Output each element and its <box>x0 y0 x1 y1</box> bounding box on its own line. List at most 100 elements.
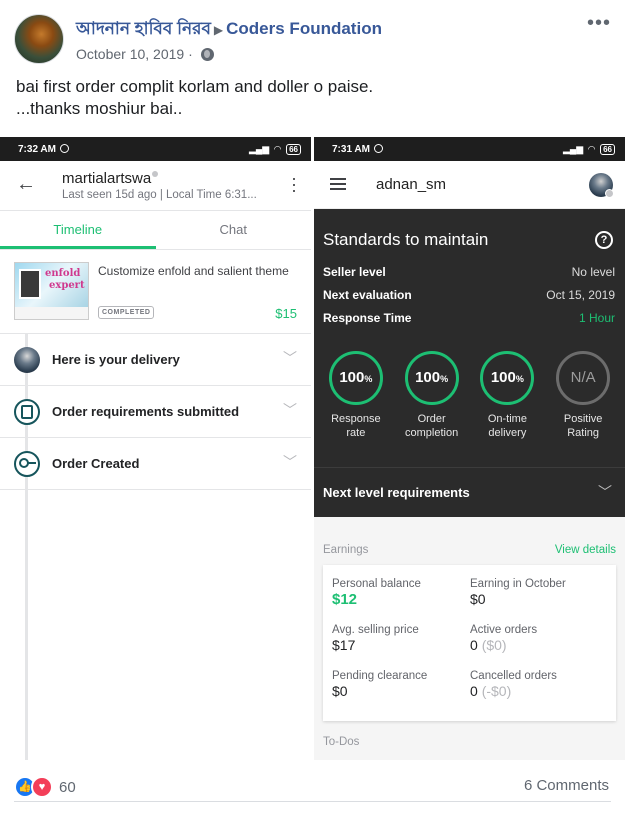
help-icon[interactable]: ? <box>595 231 613 249</box>
next-level-label: Next level requirements <box>323 485 470 500</box>
cell-value: $17 <box>332 637 356 653</box>
amount: ($0) <box>481 637 507 653</box>
todos-label: To-Dos <box>323 736 360 748</box>
metric-unit: % <box>440 374 449 384</box>
battery-icon: 66 <box>286 143 301 155</box>
timeline-label: Order Created <box>52 456 140 471</box>
metric-ring: 100% <box>404 351 459 405</box>
key-stem <box>28 462 36 464</box>
reaction-count: 60 <box>59 778 76 796</box>
status-bar: 7:31 AM ▂▄▆ ◠ 66 <box>314 137 625 161</box>
cell-label: Personal balance <box>332 578 421 590</box>
post-text-line: bai first order complit korlam and dolle… <box>16 77 374 96</box>
caption-line: Response <box>331 413 381 425</box>
profile-avatar[interactable] <box>589 173 614 198</box>
caption-line: On-time <box>487 413 527 425</box>
metric-value: 100 <box>415 369 441 386</box>
clipboard-glyph <box>21 405 33 419</box>
cancelled-orders: Cancelled orders 0 (-$0) <box>470 670 600 699</box>
heart-icon: ♥ <box>31 776 53 798</box>
screenshot-left[interactable]: 7:32 AM ▂▄▆ ◠ 66 ← martialartswa Last se… <box>0 137 311 760</box>
stat-key: Seller level <box>323 265 386 279</box>
metric-response-rate: 100% Response rate <box>321 351 391 440</box>
chevron-down-icon[interactable]: ﹀ <box>598 482 612 502</box>
next-level-row[interactable]: Next level requirements ﹀ <box>314 467 625 517</box>
metric-unit: % <box>364 374 373 384</box>
timeline: enfold expert Customize enfold and salie… <box>0 250 311 760</box>
personal-balance: Personal balance $12 <box>332 578 462 608</box>
amount: (-$0) <box>481 683 512 699</box>
contact-status: Last seen 15d ago | Local Time 6:31... <box>62 189 257 201</box>
order-card[interactable]: enfold expert Customize enfold and salie… <box>0 250 311 334</box>
thumbnail-text: expert <box>49 280 85 291</box>
post-date[interactable]: October 10, 2019 <box>76 46 184 62</box>
order-title: Customize enfold and salient theme <box>98 264 289 278</box>
author-name[interactable]: আদনান হাবিব নিরব <box>76 19 211 38</box>
stat-value: 1 Hour <box>578 311 615 325</box>
app-topbar: adnan_sm <box>314 161 625 209</box>
timeline-item-requirements[interactable]: Order requirements submitted ﹀ <box>0 386 311 438</box>
chevron-down-icon[interactable]: ﹀ <box>283 452 297 472</box>
metric-caption: Order completion <box>397 412 467 440</box>
chevron-down-icon[interactable]: ﹀ <box>283 400 297 420</box>
globe-icon <box>200 48 214 61</box>
post-text: bai first order complit korlam and dolle… <box>16 76 373 120</box>
key-icon <box>14 451 40 477</box>
cell-value: $12 <box>332 591 358 608</box>
signal-icon: ▂▄▆ <box>562 143 584 154</box>
cell-label: Avg. selling price <box>332 624 419 636</box>
cell-label: Cancelled orders <box>470 670 557 682</box>
more-options-icon[interactable]: ••• <box>587 13 611 33</box>
cell-value: $0 <box>332 683 348 699</box>
pending-clearance: Pending clearance $0 <box>332 670 462 699</box>
earnings-header: Earnings View details <box>323 544 616 556</box>
post-meta: October 10, 2019 · <box>76 46 214 62</box>
timeline-item-delivery[interactable]: Here is your delivery ﹀ <box>0 334 311 386</box>
caption-line: rate <box>346 427 366 439</box>
metric-ring: 100% <box>480 351 535 405</box>
metric-positive-rating: N/A Positive Rating <box>548 351 618 440</box>
cell-label: Pending clearance <box>332 670 428 682</box>
view-details-link[interactable]: View details <box>555 544 616 556</box>
standards-title: Standards to maintain <box>323 230 489 249</box>
alarm-icon <box>373 143 383 153</box>
wifi-icon: ◠ <box>588 143 596 154</box>
metric-on-time-delivery: 100% On-time delivery <box>472 351 542 440</box>
screenshot-right[interactable]: 7:31 AM ▂▄▆ ◠ 66 adnan_sm Standards to m… <box>314 137 625 760</box>
hamburger-menu-icon[interactable] <box>330 178 346 190</box>
timeline-item-created[interactable]: Order Created ﹀ <box>0 438 311 490</box>
post-text-line: ...thanks moshiur bai.. <box>16 99 183 118</box>
tab-timeline[interactable]: Timeline <box>0 211 156 249</box>
author-avatar[interactable] <box>14 14 64 64</box>
wifi-icon: ◠ <box>274 143 282 154</box>
earnings-label: Earnings <box>323 544 369 556</box>
cell-label: Earning in October <box>470 578 566 590</box>
metric-ring: 100% <box>328 351 383 405</box>
thumbnail-photo <box>19 269 41 299</box>
seller-avatar-icon <box>14 347 40 373</box>
stat-value: Oct 15, 2019 <box>546 288 615 302</box>
stat-key: Next evaluation <box>323 288 412 302</box>
reactions[interactable]: 👍 ♥ 60 <box>14 776 76 798</box>
back-arrow-icon[interactable]: ← <box>16 173 36 196</box>
order-thumbnail: enfold expert <box>14 262 89 320</box>
post-footer: 👍 ♥ 60 6 Comments <box>14 772 611 802</box>
more-vertical-icon[interactable]: · · · <box>291 169 297 199</box>
thumbnail-strip <box>15 307 88 319</box>
chat-header: ← martialartswa Last seen 15d ago | Loca… <box>0 161 311 211</box>
stat-row: Next evaluation Oct 15, 2019 <box>323 288 615 302</box>
tab-chat[interactable]: Chat <box>156 211 312 249</box>
metric-circles: 100% Response rate 100% Order completion 1… <box>314 351 625 440</box>
stat-row: Seller level No level <box>323 265 615 279</box>
thumbnail-text: enfold <box>45 268 81 279</box>
comments-link[interactable]: 6 Comments <box>524 777 609 794</box>
chevron-down-icon[interactable]: ﹀ <box>283 348 297 368</box>
timeline-label: Here is your delivery <box>52 352 180 367</box>
metric-ring: N/A <box>556 351 611 405</box>
status-bar: 7:32 AM ▂▄▆ ◠ 66 <box>0 137 311 161</box>
metric-caption: On-time delivery <box>472 412 542 440</box>
post-header: আদনান হাবিব নিরব ▶ Coders Foundation Octob… <box>14 13 611 66</box>
contact-name-text: martialartswa <box>62 170 152 187</box>
earning-in-month: Earning in October $0 <box>470 578 600 607</box>
group-name[interactable]: Coders Foundation <box>226 19 382 38</box>
